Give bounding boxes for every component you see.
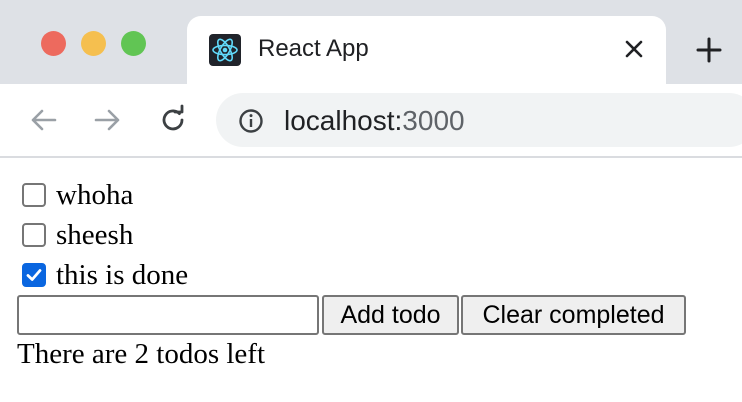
tab-title: React App <box>258 35 369 62</box>
url-port: 3000 <box>402 105 465 136</box>
add-todo-button[interactable]: Add todo <box>322 295 459 335</box>
browser-window: React App localhost:3000 <box>0 0 742 158</box>
info-icon[interactable] <box>238 108 264 134</box>
plus-icon[interactable] <box>693 34 725 66</box>
todo-checkbox[interactable] <box>22 183 46 207</box>
react-logo-icon <box>209 34 241 66</box>
window-close-button[interactable] <box>41 31 66 56</box>
todo-item: sheesh <box>22 217 133 253</box>
reload-icon[interactable] <box>156 103 190 137</box>
close-icon[interactable] <box>621 36 647 62</box>
new-todo-input[interactable] <box>17 295 319 335</box>
todo-item: this is done <box>22 257 188 293</box>
page-content: whoha sheesh this is done Add todo Clear… <box>0 158 742 402</box>
todo-text: this is done <box>56 258 189 291</box>
todo-text: sheesh <box>56 218 134 251</box>
arrow-left-icon[interactable] <box>27 103 61 137</box>
todo-checkbox[interactable] <box>22 223 46 247</box>
address-bar[interactable]: localhost:3000 <box>216 93 742 147</box>
checkmark-icon <box>26 269 42 281</box>
clear-completed-button[interactable]: Clear completed <box>461 295 686 335</box>
browser-tab[interactable]: React App <box>187 16 666 84</box>
window-zoom-button[interactable] <box>121 31 146 56</box>
url-text[interactable]: localhost:3000 <box>284 105 465 137</box>
window-minimize-button[interactable] <box>81 31 106 56</box>
url-host: localhost: <box>284 105 403 136</box>
todo-item: whoha <box>22 177 133 213</box>
arrow-right-icon[interactable] <box>90 103 124 137</box>
todos-left-status: There are 2 todos left <box>17 338 266 370</box>
todo-text: whoha <box>56 178 134 211</box>
browser-toolbar: localhost:3000 <box>0 84 742 158</box>
todo-checkbox[interactable] <box>22 263 46 287</box>
